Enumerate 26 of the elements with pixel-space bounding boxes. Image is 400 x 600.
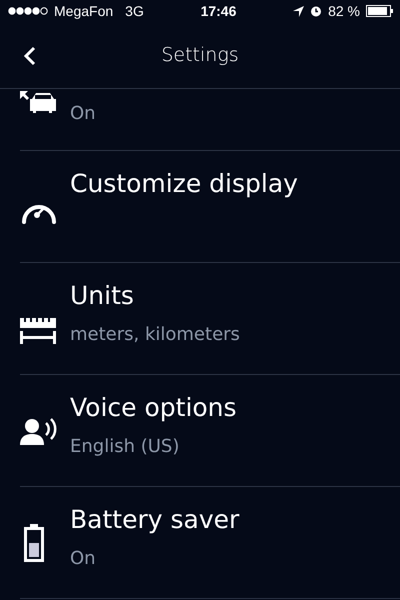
setting-title: Units [70,281,135,310]
settings-row[interactable]: Customize display [20,151,400,263]
setting-title: Battery saver [70,505,240,534]
battery-percent: 82 % [328,3,360,19]
battery-icon [24,524,44,562]
settings-row[interactable]: Voice options English (US) [20,375,400,487]
signal-icon [8,7,48,15]
screen-title: Settings [161,44,239,66]
clock-time: 17:46 [200,3,236,19]
car-icon [20,91,58,113]
speaking-person-icon [20,416,58,444]
settings-row[interactable]: Battery saver On [20,487,400,599]
back-chevron-icon [24,46,36,66]
carrier-name: MegaFon [54,3,114,19]
setting-value: On [70,103,96,124]
setting-title: Voice options [70,393,237,422]
network-type: 3G [125,3,144,19]
setting-value: meters, kilometers [70,324,240,345]
location-arrow-icon [293,6,304,16]
setting-value: English (US) [70,436,180,457]
setting-value: On [70,548,97,569]
settings-row[interactable]: On [20,89,400,151]
settings-row[interactable]: Units meters, kilometers [20,263,400,375]
setting-title: Customize display [70,169,298,198]
alarm-clock-icon [310,5,322,17]
battery-icon [366,5,394,17]
